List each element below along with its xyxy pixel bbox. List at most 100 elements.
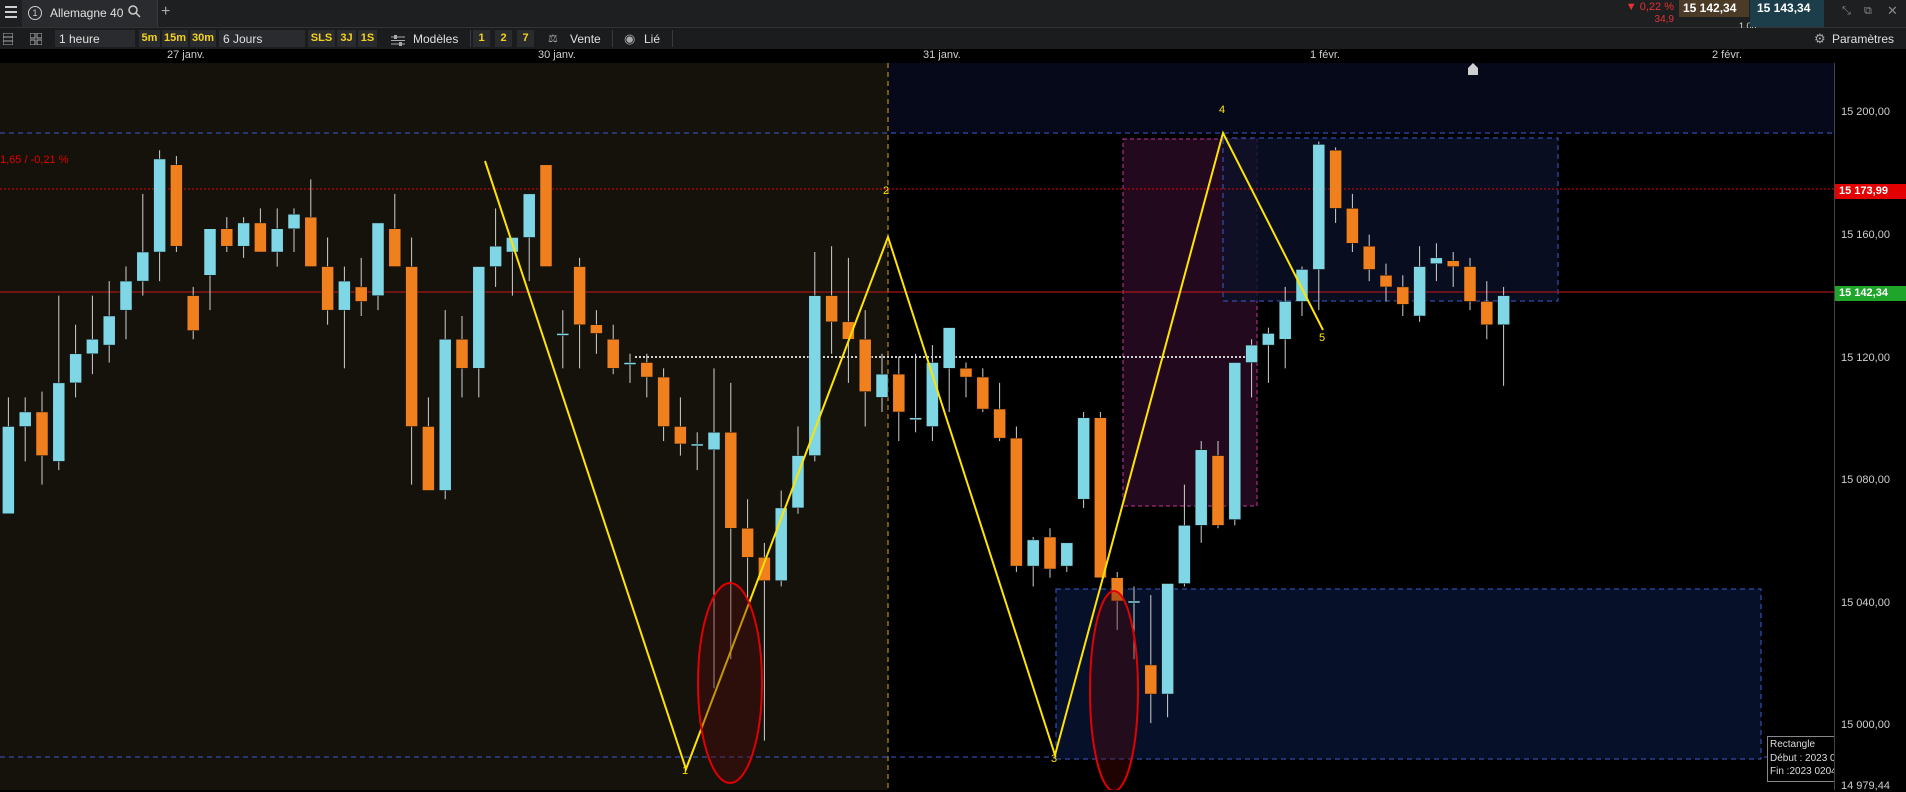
date-label: 31 janv. — [923, 49, 961, 61]
gear-icon: ⚙ — [1814, 31, 1826, 46]
tf-5m-button[interactable]: 5m — [139, 30, 160, 47]
search-icon[interactable] — [128, 5, 141, 18]
candle-up — [1262, 333, 1275, 346]
price-chart[interactable]: 1,65 / -0,21 % 1 2 3 4 5 Rectangle Début… — [0, 63, 1834, 790]
popout-icon[interactable]: ⧉ — [1864, 5, 1872, 18]
candle-up — [237, 222, 250, 247]
wave-label-5: 5 — [1319, 332, 1325, 344]
candle-up — [287, 213, 301, 230]
candle-up — [556, 333, 570, 336]
level-text: 1,65 / -0,21 % — [0, 154, 69, 166]
candle-down — [422, 426, 435, 491]
candle-down — [354, 286, 368, 302]
candle-down — [388, 228, 402, 267]
candle-up — [875, 373, 889, 398]
candle-down — [892, 373, 906, 413]
settings-button[interactable]: ⚙ Paramètres — [1808, 30, 1906, 47]
candle-up — [489, 245, 502, 267]
candle-up — [18, 411, 32, 427]
timeframe-select[interactable]: 1 heure — [55, 30, 135, 47]
current-price-tag: 15 142,34 — [1835, 286, 1906, 301]
models-button[interactable]: Modèles — [383, 30, 468, 47]
candle-up — [1312, 144, 1326, 270]
candle-up — [690, 443, 704, 447]
timeframe-label: 1 heure — [59, 32, 100, 46]
change-box: ▼ 0,22 % 34,9 — [1614, 0, 1678, 27]
close-icon[interactable]: ✕ — [1887, 3, 1898, 19]
candle-up — [942, 327, 956, 369]
candle-down — [35, 411, 49, 456]
candle-up — [1077, 417, 1090, 500]
candle-up — [1497, 295, 1510, 325]
candle-up — [472, 266, 486, 369]
candle-down — [959, 368, 973, 378]
range-select[interactable]: 6 Jours — [219, 30, 305, 47]
preset-1-button[interactable]: 1 — [473, 30, 490, 47]
chart-toolbar: 1 heure 5m 15m 30m 6 Jours SLS 3J 1S Mod… — [0, 28, 1906, 50]
candle-up — [102, 315, 116, 346]
price-label: 15 080,00 — [1841, 474, 1890, 486]
linked-button[interactable]: ◉ Lié — [616, 30, 670, 47]
candle-down — [321, 266, 334, 311]
scale-icon: ⚖ — [548, 33, 558, 45]
price-label: 15 200,00 — [1841, 106, 1890, 118]
red-ellipse-left — [697, 582, 763, 784]
add-tab-button[interactable]: + — [161, 3, 170, 21]
range-3j-button[interactable]: 3J — [337, 30, 356, 47]
candle-up — [153, 158, 166, 253]
preset-2-button[interactable]: 2 — [495, 30, 512, 47]
candle-up — [1178, 525, 1191, 584]
price-label: 15 000,00 — [1841, 719, 1890, 731]
range-sls-button[interactable]: SLS — [308, 30, 335, 47]
wave-label-1: 1 — [682, 765, 688, 777]
red-ellipse-right — [1089, 590, 1139, 790]
candle-up — [623, 362, 637, 365]
layout-grid-icon[interactable] — [29, 32, 43, 46]
candle-down — [825, 295, 838, 323]
candle-down — [1362, 245, 1376, 270]
candle-down — [1446, 260, 1460, 267]
sell-button[interactable]: ⚖ Vente — [540, 30, 610, 47]
candle-down — [254, 222, 267, 253]
wave-label-3: 3 — [1051, 753, 1057, 765]
eye-icon: ◉ — [624, 31, 636, 46]
candle-up — [438, 339, 452, 491]
candle-down — [858, 339, 872, 392]
bid-button[interactable]: 15 142,34 — [1679, 0, 1749, 17]
price-axis[interactable]: 15 200,00 15 160,00 15 120,00 15 080,00 … — [1834, 63, 1906, 792]
candle-up — [1430, 257, 1443, 264]
tf-30m-button[interactable]: 30m — [190, 30, 216, 47]
candle-down — [657, 376, 670, 427]
change-percent: ▼ 0,22 % — [1625, 1, 1674, 13]
tf-15m-button[interactable]: 15m — [162, 30, 188, 47]
candle-down — [1043, 536, 1057, 570]
wave-label-2: 2 — [883, 185, 889, 197]
candle-up — [1194, 449, 1208, 526]
candle-down — [573, 266, 586, 325]
ask-button[interactable]: 15 143,34 — [1750, 0, 1824, 27]
candle-down — [1379, 275, 1393, 288]
shrink-icon[interactable]: ⤡ — [1842, 5, 1851, 18]
date-label: 2 févr. — [1712, 49, 1742, 61]
linked-label: Lié — [644, 32, 661, 46]
candle-down — [405, 266, 418, 427]
models-label: Modèles — [413, 32, 459, 46]
range-1s-button[interactable]: 1S — [358, 30, 377, 47]
candle-down — [590, 324, 603, 334]
candle-up — [522, 193, 536, 238]
candle-down — [674, 426, 687, 445]
candle-down — [186, 295, 200, 331]
candle-down — [220, 228, 234, 247]
menu-icon[interactable] — [5, 6, 17, 20]
candle-down — [1396, 286, 1410, 305]
candle-down — [1010, 437, 1023, 567]
candle-up — [1413, 266, 1426, 317]
instrument-tab[interactable]: 1 Allemagne 40 — [22, 0, 158, 27]
candle-down — [539, 164, 553, 267]
list-icon[interactable] — [2, 32, 14, 46]
candle-up — [1060, 542, 1074, 567]
preset-7-button[interactable]: 7 — [517, 30, 534, 47]
date-label: 1 févr. — [1310, 49, 1340, 61]
candle-up — [203, 228, 217, 276]
candle-up — [1161, 583, 1174, 695]
